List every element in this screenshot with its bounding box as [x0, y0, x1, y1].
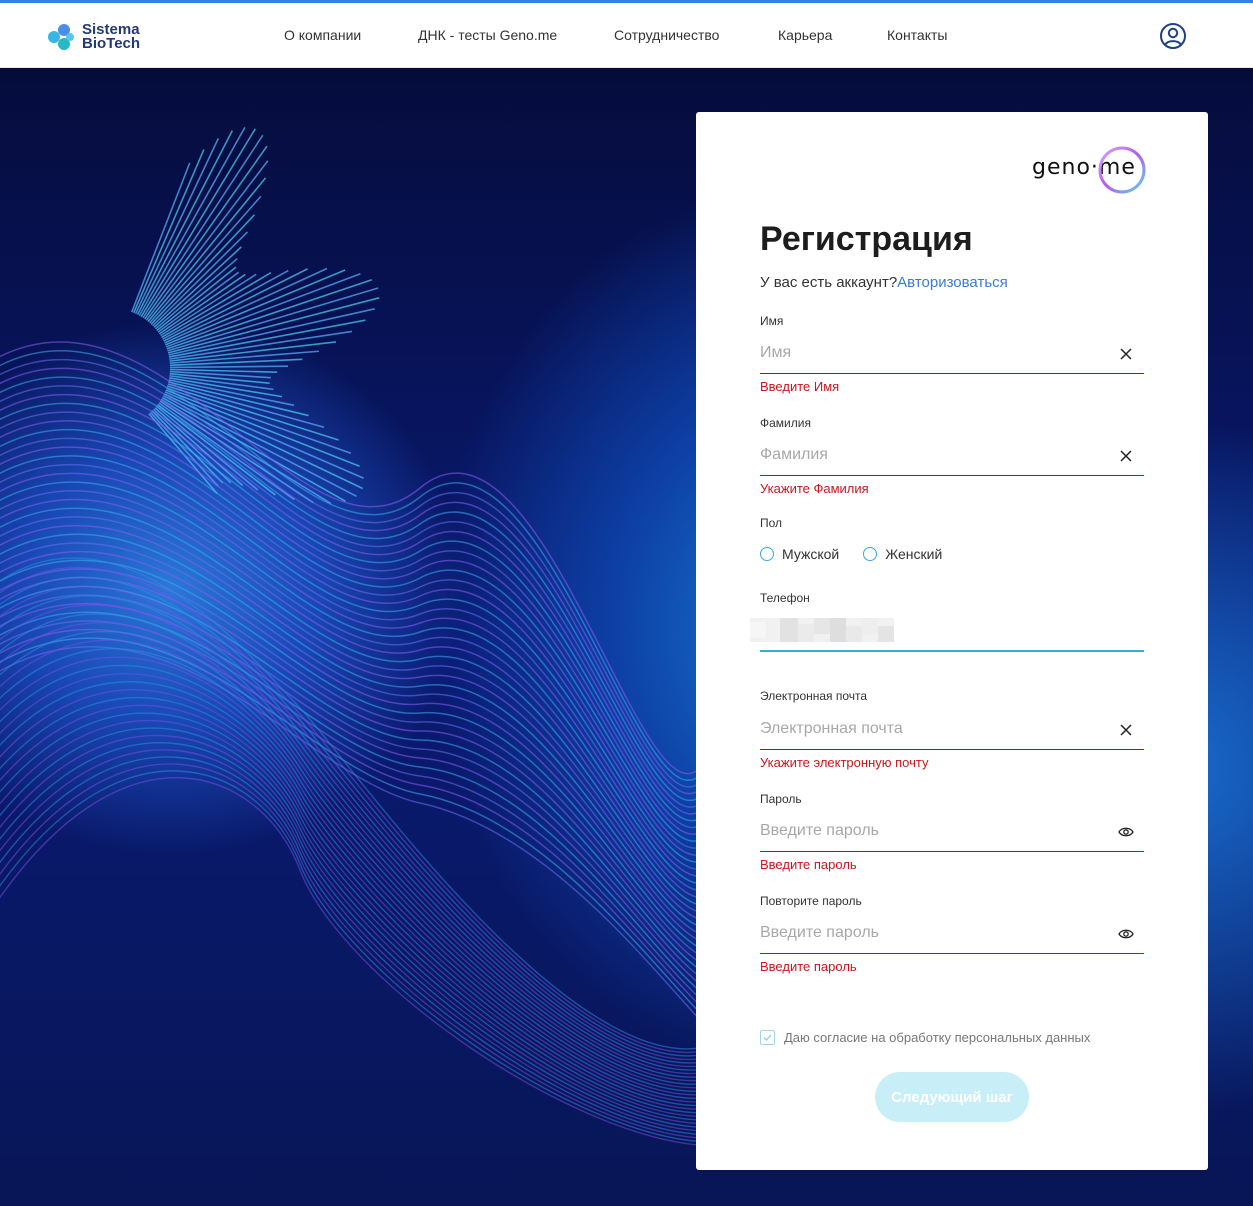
- radio-circle-icon: [760, 547, 774, 561]
- nav-dna-tests[interactable]: ДНК - тесты Geno.me: [418, 27, 557, 43]
- phone-label: Телефон: [760, 591, 810, 605]
- brand-ring-icon: [1098, 146, 1146, 194]
- main-nav: О компании ДНК - тесты Geno.me Сотруднич…: [0, 27, 1253, 47]
- gender-radio-group: Мужской Женский: [760, 544, 966, 564]
- password-repeat-field: [760, 914, 1144, 954]
- consent-checkbox[interactable]: Даю согласие на обработку персональных д…: [760, 1030, 1090, 1045]
- checkbox-icon: [760, 1030, 775, 1045]
- email-input[interactable]: [760, 710, 1110, 748]
- first-name-field: [760, 334, 1144, 374]
- decorative-wave-graphic: [0, 126, 700, 1146]
- last-name-field: [760, 436, 1144, 476]
- page-title: Регистрация: [760, 220, 973, 258]
- genome-brand-logo: geno·me: [1032, 144, 1146, 196]
- gender-male-label: Мужской: [782, 546, 840, 562]
- clear-icon[interactable]: [1120, 724, 1132, 736]
- first-name-input[interactable]: [760, 334, 1110, 372]
- clear-icon[interactable]: [1120, 450, 1132, 462]
- password-label: Пароль: [760, 792, 802, 806]
- password-repeat-label: Повторите пароль: [760, 894, 862, 908]
- nav-career[interactable]: Карьера: [778, 27, 832, 43]
- nav-about[interactable]: О компании: [284, 27, 361, 43]
- gender-male-radio[interactable]: Мужской: [760, 546, 839, 562]
- password-input[interactable]: [760, 812, 1110, 850]
- login-link[interactable]: Авторизоваться: [897, 274, 1008, 291]
- nav-contacts[interactable]: Контакты: [887, 27, 947, 43]
- password-error: Введите пароль: [760, 857, 857, 872]
- first-name-error: Введите Имя: [760, 379, 840, 394]
- phone-redacted-mask: [750, 618, 894, 642]
- last-name-error: Укажите Фамилия: [760, 481, 869, 496]
- eye-icon[interactable]: [1118, 826, 1134, 838]
- login-prompt: У вас есть аккаунт?Авторизоваться: [760, 274, 1008, 291]
- gender-female-radio[interactable]: Женский: [863, 546, 942, 562]
- eye-icon[interactable]: [1118, 928, 1134, 940]
- email-error: Укажите электронную почту: [760, 755, 929, 770]
- last-name-input[interactable]: [760, 436, 1110, 474]
- registration-card: geno·me Регистрация У вас есть аккаунт?А…: [696, 112, 1208, 1170]
- first-name-label: Имя: [760, 314, 784, 328]
- login-prompt-text: У вас есть аккаунт?: [760, 274, 898, 291]
- last-name-label: Фамилия: [760, 416, 811, 430]
- gender-female-label: Женский: [885, 546, 943, 562]
- password-field: [760, 812, 1144, 852]
- site-header: Sistema BioTech О компании ДНК - тесты G…: [0, 6, 1253, 68]
- consent-label: Даю согласие на обработку персональных д…: [784, 1030, 1091, 1045]
- radio-circle-icon: [863, 547, 878, 561]
- password-repeat-error: Введите пароль: [760, 959, 857, 974]
- gender-label: Пол: [760, 516, 783, 530]
- next-step-button[interactable]: Следующий шаг: [875, 1072, 1029, 1122]
- password-repeat-input[interactable]: [760, 914, 1110, 952]
- email-field: [760, 710, 1144, 750]
- clear-icon[interactable]: [1120, 348, 1132, 360]
- email-label: Электронная почта: [760, 689, 868, 703]
- nav-cooperation[interactable]: Сотрудничество: [614, 27, 719, 43]
- user-circle-icon[interactable]: [1159, 22, 1187, 50]
